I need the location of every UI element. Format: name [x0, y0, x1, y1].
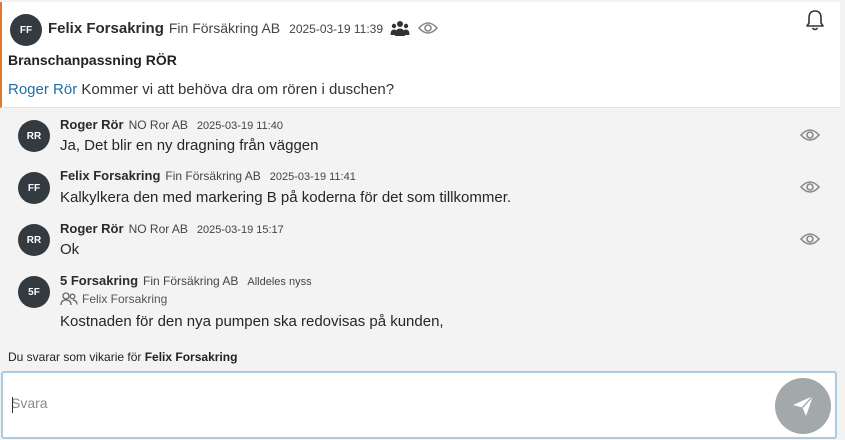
reply-date: Alldeles nyss	[247, 276, 312, 288]
vikarie-prefix: Du svarar som vikarie för	[8, 350, 142, 364]
reply-composer	[1, 371, 837, 439]
vikarie-name: Felix Forsakring	[144, 350, 238, 364]
avatar: RR	[18, 224, 50, 256]
avatar: FF	[10, 14, 42, 46]
eye-icon[interactable]	[799, 232, 821, 251]
reply-author: Felix Forsakring	[60, 168, 161, 183]
reply-meta: 5 Forsakring Fin Försäkring AB Alldeles …	[60, 273, 312, 288]
thread-message: Roger Rör Kommer vi att behöva dra om rö…	[8, 81, 394, 98]
reply-input[interactable]	[11, 395, 751, 411]
reply-text: Ja, Det blir en ny dragning från väggen	[60, 137, 319, 154]
reply-meta: Roger Rör NO Ror AB 2025-03-19 11:40	[60, 117, 283, 132]
reply-date: 2025-03-19 15:17	[196, 224, 284, 236]
thread-date: 2025-03-19 11:39	[289, 22, 383, 36]
reply-text: Kalkylkera den med markering B på kodern…	[60, 189, 512, 206]
reply-company: Fin Försäkring AB	[143, 274, 239, 288]
send-icon	[791, 394, 815, 418]
thread-message-text: Kommer vi att behöva dra om rören i dusc…	[81, 81, 395, 98]
reply-company: NO Ror AB	[128, 118, 188, 132]
avatar: FF	[18, 172, 50, 204]
avatar: 5F	[18, 276, 50, 308]
thread-company: Fin Försäkring AB	[168, 20, 281, 36]
reply-text: Kostnaden för den nya pumpen ska redovis…	[60, 313, 444, 330]
reply-author: Roger Rör	[60, 117, 124, 132]
thread-header: FF Felix Forsakring Fin Försäkring AB 20…	[0, 2, 840, 108]
reply-author: 5 Forsakring	[60, 273, 139, 288]
reply-author: Roger Rör	[60, 221, 124, 236]
reply-text: Ok	[60, 241, 80, 258]
reply-meta: Felix Forsakring Fin Försäkring AB 2025-…	[60, 168, 356, 183]
bell-icon[interactable]	[805, 9, 825, 36]
text-caret	[12, 397, 13, 413]
thread-title: Branschanpassning RÖR	[8, 52, 177, 68]
eye-icon[interactable]	[799, 180, 821, 199]
thread-meta: Felix Forsakring Fin Försäkring AB 2025-…	[48, 20, 383, 37]
send-button[interactable]	[775, 378, 831, 434]
reply-date: 2025-03-19 11:41	[269, 171, 356, 183]
avatar: RR	[18, 120, 50, 152]
mention-link[interactable]: Roger Rör	[8, 81, 77, 98]
eye-icon[interactable]	[799, 128, 821, 147]
on-behalf-name: Felix Forsakring	[82, 292, 168, 306]
on-behalf-line: Felix Forsakring	[60, 292, 167, 306]
reply-meta: Roger Rör NO Ror AB 2025-03-19 15:17	[60, 221, 284, 236]
user-proxy-icon	[60, 292, 78, 306]
reply-company: NO Ror AB	[128, 222, 188, 236]
eye-icon[interactable]	[417, 21, 439, 40]
reply-date: 2025-03-19 11:40	[196, 120, 283, 132]
vikarie-notice: Du svarar som vikarie för Felix Forsakri…	[8, 350, 237, 364]
reply-company: Fin Försäkring AB	[165, 169, 261, 183]
thread-author: Felix Forsakring	[48, 20, 164, 37]
group-icon[interactable]	[390, 20, 410, 42]
